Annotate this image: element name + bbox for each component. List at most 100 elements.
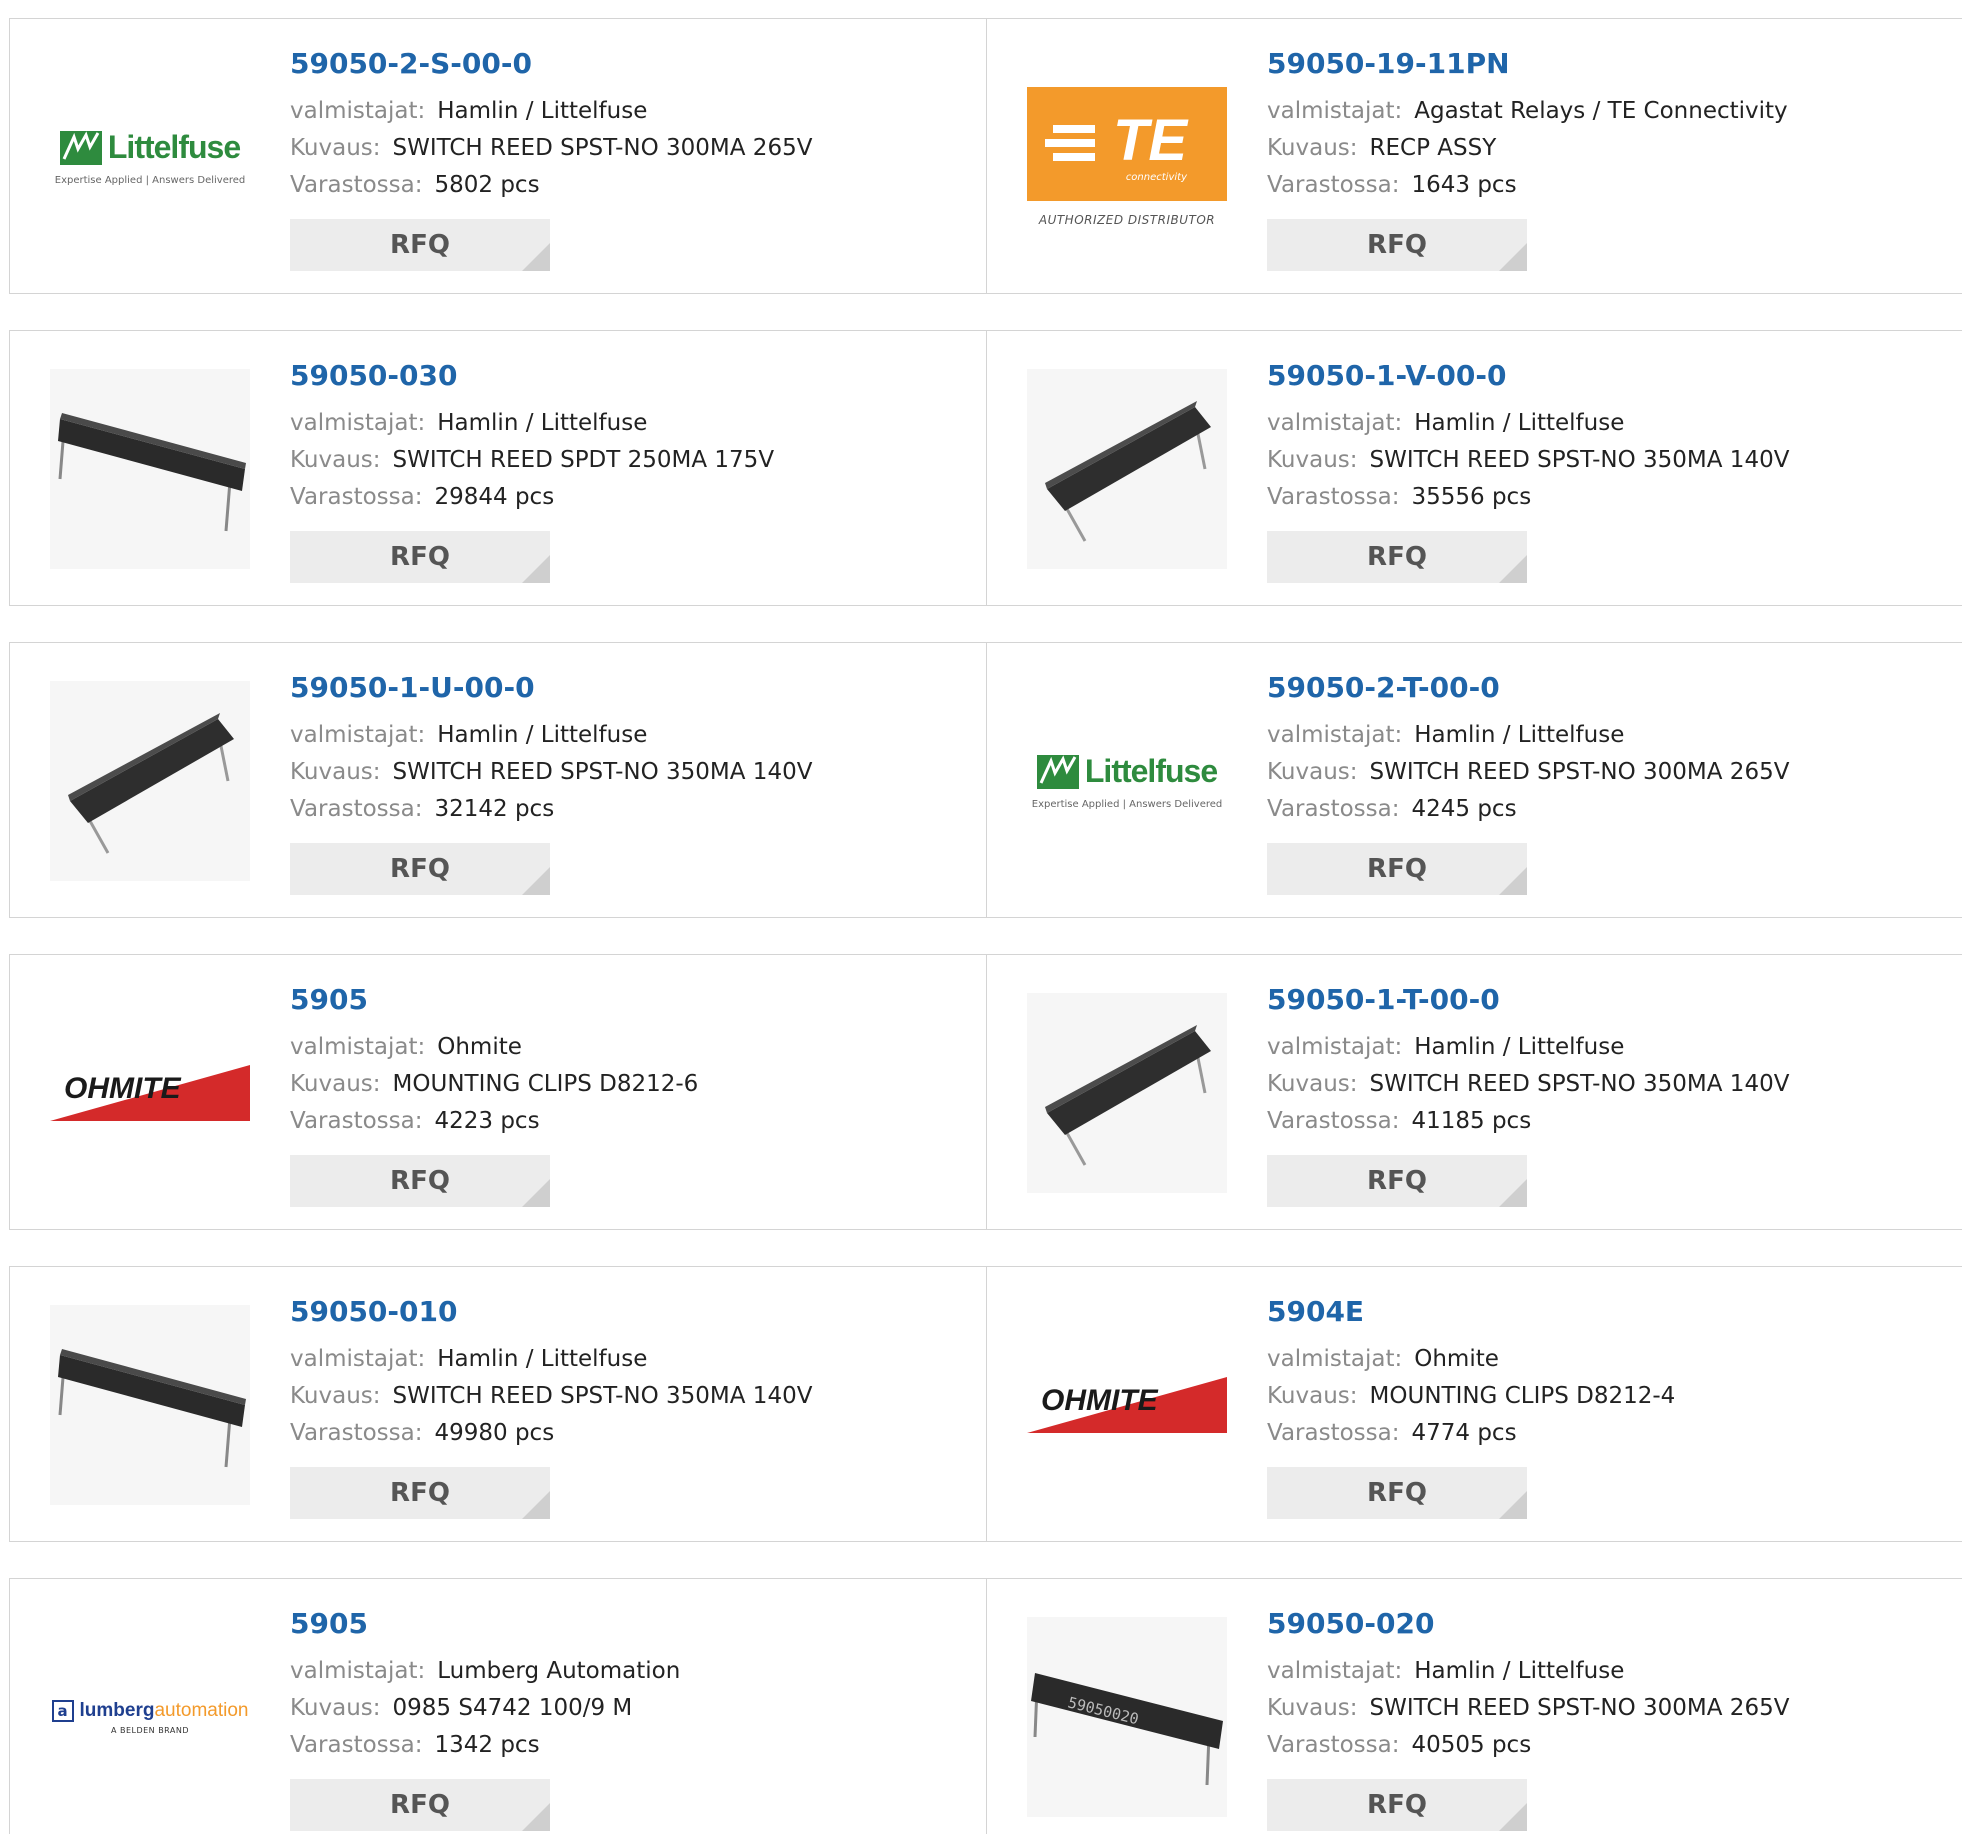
stock-row: Varastossa: 35556 pcs — [1267, 479, 1947, 516]
part-number-link[interactable]: 59050-2-S-00-0 — [290, 47, 970, 81]
manufacturer-label: valmistajat: — [290, 98, 426, 124]
part-number-link[interactable]: 59050-030 — [290, 359, 970, 393]
stock-row: Varastossa: 40505 pcs — [1267, 1727, 1947, 1764]
manufacturer-value: Hamlin / Littelfuse — [1414, 1658, 1625, 1684]
description-row: Kuvaus: MOUNTING CLIPS D8212-4 — [1267, 1378, 1947, 1415]
rfq-button[interactable]: RFQ — [1267, 1779, 1527, 1831]
stock-label: Varastossa: — [1267, 172, 1400, 198]
part-number-link[interactable]: 5905 — [290, 1607, 970, 1641]
stock-value: 4774 pcs — [1411, 1420, 1517, 1446]
rfq-label: RFQ — [390, 542, 450, 572]
stock-value: 35556 pcs — [1411, 484, 1532, 510]
product-image[interactable]: TE connectivity AUTHORIZED DISTRIBUTOR — [1027, 57, 1227, 257]
stock-label: Varastossa: — [1267, 796, 1400, 822]
description-value: SWITCH REED SPST-NO 350MA 140V — [392, 759, 813, 785]
product-row: 59050-010 valmistajat: Hamlin / Littelfus… — [9, 1266, 1962, 1542]
stock-value: 49980 pcs — [434, 1420, 555, 1446]
te-authorized-caption: AUTHORIZED DISTRIBUTOR — [1038, 213, 1216, 227]
manufacturer-label: valmistajat: — [290, 410, 426, 436]
product-info: 59050-2-T-00-0 valmistajat: Hamlin / Litt… — [1267, 671, 1947, 828]
product-image[interactable] — [50, 369, 250, 569]
rfq-corner-decoration — [1499, 1491, 1527, 1519]
product-image[interactable]: OHMITE — [1027, 1305, 1227, 1505]
part-number-link[interactable]: 59050-1-T-00-0 — [1267, 983, 1947, 1017]
product-info: 59050-030 valmistajat: Hamlin / Littelfus… — [290, 359, 970, 516]
manufacturer-label: valmistajat: — [1267, 1346, 1403, 1372]
manufacturer-label: valmistajat: — [290, 1658, 426, 1684]
manufacturer-row: valmistajat: Agastat Relays / TE Connecti… — [1267, 93, 1947, 130]
product-image[interactable] — [50, 1305, 250, 1505]
manufacturer-row: valmistajat: Hamlin / Littelfuse — [290, 93, 970, 130]
rfq-corner-decoration — [1499, 867, 1527, 895]
stock-label: Varastossa: — [290, 172, 423, 198]
rfq-button[interactable]: RFQ — [290, 1155, 550, 1207]
rfq-button[interactable]: RFQ — [290, 531, 550, 583]
manufacturer-value: Hamlin / Littelfuse — [1414, 1034, 1625, 1060]
rfq-button[interactable]: RFQ — [1267, 1155, 1527, 1207]
rfq-label: RFQ — [390, 1166, 450, 1196]
product-image[interactable] — [1027, 369, 1227, 569]
description-value: RECP ASSY — [1369, 135, 1497, 161]
rfq-button[interactable]: RFQ — [1267, 1467, 1527, 1519]
part-number-link[interactable]: 59050-19-11PN — [1267, 47, 1947, 81]
rfq-label: RFQ — [390, 854, 450, 884]
product-info: 59050-1-U-00-0 valmistajat: Hamlin / Litt… — [290, 671, 970, 828]
product-card: 59050-1-U-00-0 valmistajat: Hamlin / Litt… — [9, 642, 987, 918]
te-connectivity-logo: TE connectivity AUTHORIZED DISTRIBUTOR — [1027, 87, 1227, 227]
stock-label: Varastossa: — [290, 1732, 423, 1758]
description-label: Kuvaus: — [1267, 447, 1358, 473]
part-number-link[interactable]: 5905 — [290, 983, 970, 1017]
ohmite-logo-text: OHMITE — [64, 1072, 182, 1105]
rfq-button[interactable]: RFQ — [290, 843, 550, 895]
rfq-button[interactable]: RFQ — [290, 219, 550, 271]
rfq-button[interactable]: RFQ — [1267, 843, 1527, 895]
manufacturer-row: valmistajat: Ohmite — [290, 1029, 970, 1066]
part-number-link[interactable]: 59050-2-T-00-0 — [1267, 671, 1947, 705]
ohmite-logo-text: OHMITE — [1041, 1384, 1159, 1417]
ohmite-logo: OHMITE — [50, 1065, 250, 1121]
manufacturer-value: Lumberg Automation — [437, 1658, 681, 1684]
reed-switch-printed-photo: 59050020 — [1027, 1617, 1227, 1817]
description-value: MOUNTING CLIPS D8212-6 — [392, 1071, 699, 1097]
product-image[interactable]: Littelfuse Expertise Applied | Answers D… — [50, 57, 250, 257]
description-row: Kuvaus: RECP ASSY — [1267, 130, 1947, 167]
stock-row: Varastossa: 4223 pcs — [290, 1103, 970, 1140]
part-number-link[interactable]: 59050-1-V-00-0 — [1267, 359, 1947, 393]
product-image[interactable]: a lumbergautomation A BELDEN BRAND — [50, 1617, 250, 1817]
description-value: MOUNTING CLIPS D8212-4 — [1369, 1383, 1676, 1409]
product-image[interactable] — [50, 681, 250, 881]
part-number-link[interactable]: 59050-020 — [1267, 1607, 1947, 1641]
part-number-link[interactable]: 59050-1-U-00-0 — [290, 671, 970, 705]
rfq-corner-decoration — [1499, 1179, 1527, 1207]
product-image[interactable] — [1027, 993, 1227, 1193]
littelfuse-tagline: Expertise Applied | Answers Delivered — [1031, 798, 1223, 810]
product-image[interactable]: 59050020 — [1027, 1617, 1227, 1817]
manufacturer-value: Hamlin / Littelfuse — [1414, 722, 1625, 748]
reed-switch-angled-photo — [1027, 993, 1227, 1193]
stock-row: Varastossa: 32142 pcs — [290, 791, 970, 828]
product-card: 59050020 59050-020 valmistajat: Hamlin / … — [986, 1578, 1962, 1834]
reed-switch-photo — [50, 369, 250, 569]
stock-value: 5802 pcs — [434, 172, 540, 198]
rfq-button[interactable]: RFQ — [1267, 219, 1527, 271]
part-number-link[interactable]: 5904E — [1267, 1295, 1947, 1329]
description-value: SWITCH REED SPST-NO 300MA 265V — [392, 135, 813, 161]
rfq-corner-decoration — [522, 1491, 550, 1519]
product-image[interactable]: Littelfuse Expertise Applied | Answers D… — [1027, 681, 1227, 881]
rfq-button[interactable]: RFQ — [1267, 531, 1527, 583]
reed-switch-angled-photo — [50, 681, 250, 881]
manufacturer-label: valmistajat: — [290, 722, 426, 748]
product-info: 5904E valmistajat: Ohmite Kuvaus: MOUNTING… — [1267, 1295, 1947, 1452]
description-row: Kuvaus: SWITCH REED SPDT 250MA 175V — [290, 442, 970, 479]
rfq-button[interactable]: RFQ — [290, 1467, 550, 1519]
part-number-link[interactable]: 59050-010 — [290, 1295, 970, 1329]
description-label: Kuvaus: — [1267, 759, 1358, 785]
description-label: Kuvaus: — [290, 1383, 381, 1409]
product-image[interactable]: OHMITE — [50, 993, 250, 1193]
stock-value: 41185 pcs — [1411, 1108, 1532, 1134]
rfq-corner-decoration — [1499, 1803, 1527, 1831]
manufacturer-value: Hamlin / Littelfuse — [437, 722, 648, 748]
manufacturer-row: valmistajat: Hamlin / Littelfuse — [290, 405, 970, 442]
rfq-label: RFQ — [1367, 1166, 1427, 1196]
rfq-button[interactable]: RFQ — [290, 1779, 550, 1831]
